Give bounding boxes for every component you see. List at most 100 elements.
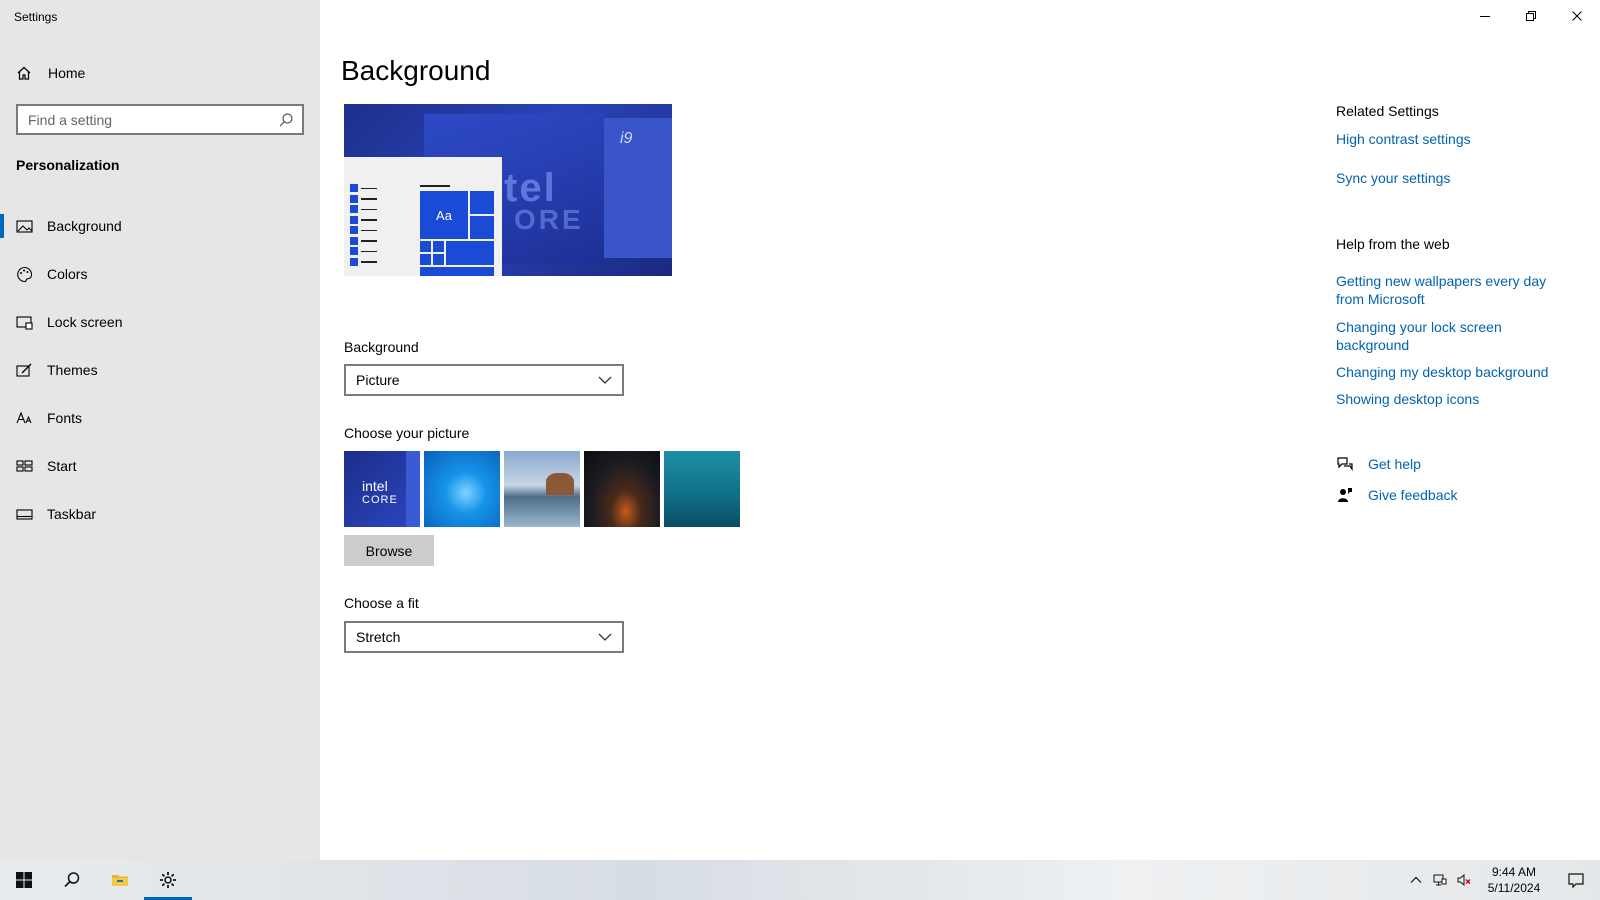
- background-label: Background: [344, 339, 419, 355]
- network-icon: [1433, 874, 1447, 886]
- sidebar-item-taskbar[interactable]: Taskbar: [0, 490, 320, 538]
- notification-icon: [1568, 873, 1584, 889]
- restore-icon: [1526, 11, 1536, 21]
- sidebar-item-label: Fonts: [47, 410, 83, 426]
- windows-logo-icon: [16, 872, 32, 888]
- thumbnail-beach-rocks[interactable]: [504, 451, 580, 527]
- clock[interactable]: 9:44 AM 5/11/2024: [1476, 864, 1552, 896]
- start-button[interactable]: [0, 860, 48, 900]
- background-dropdown-value: Picture: [356, 372, 400, 388]
- get-help-label: Get help: [1368, 456, 1421, 472]
- fonts-icon: [16, 411, 32, 423]
- background-dropdown[interactable]: Picture: [344, 364, 624, 396]
- sidebar-item-label: Lock screen: [47, 314, 123, 330]
- search-box[interactable]: [16, 104, 304, 135]
- link-high-contrast[interactable]: High contrast settings: [1336, 130, 1566, 148]
- home-label: Home: [48, 65, 86, 81]
- preview-wallpaper-side: i9: [604, 118, 672, 258]
- chevron-down-icon: [598, 376, 612, 384]
- preview-mock-window: Aa: [344, 157, 502, 276]
- sidebar-item-label: Start: [47, 458, 77, 474]
- main-content: Background i9 tel ORE Aa Background Pict…: [320, 0, 1600, 860]
- sidebar-item-label: Background: [47, 218, 122, 234]
- lock-screen-icon: [16, 315, 33, 330]
- thumbnail-windows-blue[interactable]: [424, 451, 500, 527]
- preview-wallpaper-text: ORE: [514, 204, 584, 235]
- start-icon: [16, 459, 33, 472]
- settings-taskbar-button[interactable]: [144, 860, 192, 900]
- folder-icon: [112, 875, 128, 886]
- file-explorer-button[interactable]: [96, 860, 144, 900]
- sidebar: Settings Home Personalization Background…: [0, 0, 320, 860]
- thumbnail-underwater[interactable]: [664, 451, 740, 527]
- clock-date: 5/11/2024: [1487, 881, 1541, 895]
- window-controls: [1462, 0, 1600, 32]
- thumbnail-intel-core[interactable]: intel CORE: [344, 451, 420, 527]
- volume-button[interactable]: [1452, 860, 1476, 900]
- action-center-button[interactable]: [1552, 860, 1600, 900]
- clock-time: 9:44 AM: [1491, 865, 1537, 879]
- preview-mock-tiles: Aa: [420, 191, 494, 276]
- fit-dropdown[interactable]: Stretch: [344, 621, 624, 653]
- palette-icon: [17, 266, 33, 282]
- search-input[interactable]: [18, 111, 278, 128]
- picture-icon: [16, 219, 33, 233]
- thumbnail-subtext: CORE: [362, 494, 398, 506]
- background-preview: i9 tel ORE Aa: [344, 104, 672, 276]
- section-heading: Personalization: [16, 157, 120, 173]
- get-help-link[interactable]: Get help: [1336, 455, 1421, 473]
- taskbar-search-button[interactable]: [48, 860, 96, 900]
- fit-dropdown-value: Stretch: [356, 629, 401, 645]
- sidebar-item-fonts[interactable]: Fonts: [0, 394, 320, 442]
- chat-help-icon: [1337, 457, 1353, 471]
- sidebar-item-themes[interactable]: Themes: [0, 346, 320, 394]
- sidebar-nav: Background Colors Lock screen Themes Fon…: [0, 202, 320, 538]
- sidebar-item-lock-screen[interactable]: Lock screen: [0, 298, 320, 346]
- sidebar-item-background[interactable]: Background: [0, 202, 320, 250]
- preview-mock-list: [350, 183, 380, 267]
- search-icon: [64, 872, 80, 888]
- restore-button[interactable]: [1508, 0, 1554, 32]
- taskbar-icon: [16, 508, 33, 520]
- feedback-icon: [1338, 488, 1352, 502]
- link-desktop-background[interactable]: Changing my desktop background: [1336, 363, 1566, 381]
- help-heading: Help from the web: [1336, 236, 1450, 252]
- app-title: Settings: [14, 10, 58, 24]
- link-sync-settings[interactable]: Sync your settings: [1336, 169, 1566, 187]
- taskbar: 9:44 AM 5/11/2024: [0, 860, 1600, 900]
- related-settings-heading: Related Settings: [1336, 103, 1439, 119]
- page-title: Background: [341, 55, 491, 86]
- chevron-up-icon: [1410, 876, 1422, 883]
- minimize-icon: [1480, 16, 1490, 17]
- home-icon: [17, 66, 31, 80]
- tray-overflow-button[interactable]: [1404, 860, 1428, 900]
- give-feedback-link[interactable]: Give feedback: [1336, 486, 1458, 504]
- sidebar-item-colors[interactable]: Colors: [0, 250, 320, 298]
- picture-thumbnails: intel CORE: [344, 451, 744, 527]
- close-button[interactable]: [1554, 0, 1600, 32]
- preview-badge: i9: [620, 130, 633, 147]
- system-tray: 9:44 AM 5/11/2024: [1404, 860, 1600, 900]
- choose-picture-label: Choose your picture: [344, 425, 470, 441]
- fit-label: Choose a fit: [344, 595, 419, 611]
- minimize-button[interactable]: [1462, 0, 1508, 32]
- link-desktop-icons[interactable]: Showing desktop icons: [1336, 390, 1566, 408]
- search-icon[interactable]: [278, 112, 294, 128]
- give-feedback-label: Give feedback: [1368, 487, 1458, 503]
- sidebar-item-start[interactable]: Start: [0, 442, 320, 490]
- link-new-wallpapers[interactable]: Getting new wallpapers every day from Mi…: [1336, 272, 1566, 308]
- sidebar-item-label: Colors: [47, 266, 88, 282]
- volume-muted-icon: [1457, 873, 1471, 887]
- preview-tile-label: Aa: [420, 191, 468, 239]
- sidebar-item-label: Themes: [47, 362, 98, 378]
- close-icon: [1572, 11, 1582, 21]
- home-nav[interactable]: Home: [16, 62, 85, 84]
- network-button[interactable]: [1428, 860, 1452, 900]
- themes-icon: [16, 363, 32, 377]
- chevron-down-icon: [598, 633, 612, 641]
- thumbnail-night-sky[interactable]: [584, 451, 660, 527]
- link-lock-screen-background[interactable]: Changing your lock screen background: [1336, 318, 1566, 354]
- gear-icon: [160, 872, 176, 888]
- sidebar-item-label: Taskbar: [47, 506, 97, 522]
- browse-button[interactable]: Browse: [344, 535, 434, 566]
